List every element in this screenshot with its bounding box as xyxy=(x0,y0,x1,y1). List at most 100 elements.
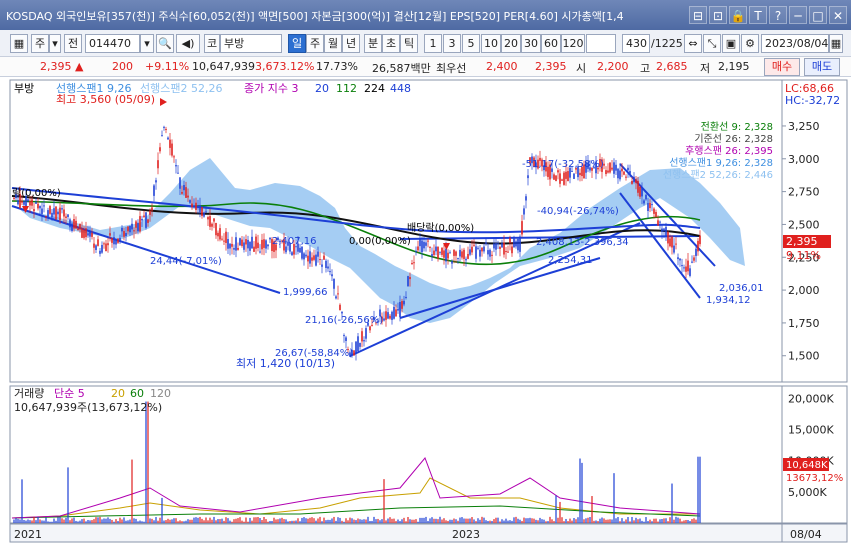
interval-10[interactable]: 10 xyxy=(481,34,501,53)
candle-body xyxy=(431,254,433,257)
volume-bar xyxy=(287,521,289,523)
ichimoku-conversion: 전환선 9: 2,328 xyxy=(701,121,773,133)
grid-menu-icon[interactable]: ▦ xyxy=(10,34,28,53)
volume-bar xyxy=(265,519,267,523)
chevron-down-icon[interactable]: ▾ xyxy=(49,34,61,53)
volume-bar xyxy=(351,518,353,523)
volume-bar xyxy=(19,519,21,523)
interval-1[interactable]: 1 xyxy=(424,34,442,53)
volume-bar xyxy=(135,518,137,523)
volume-bar xyxy=(73,517,75,523)
calendar-icon[interactable]: ▦ xyxy=(829,34,843,53)
candle-body xyxy=(685,266,687,272)
volume-bar xyxy=(37,516,39,523)
candle-body xyxy=(637,180,639,193)
chart-type-select[interactable]: 주 xyxy=(31,34,49,53)
volume-bar xyxy=(425,516,427,523)
volume-bar xyxy=(551,519,553,523)
volume-bar xyxy=(401,519,403,523)
lock-icon[interactable]: 🔒 xyxy=(729,6,747,24)
candle-body xyxy=(199,205,201,213)
settings-icon[interactable]: ⚙ xyxy=(741,34,759,53)
volume-legend-ma5: 단순 5 xyxy=(54,387,85,400)
volume-bar xyxy=(39,519,41,523)
volume-bar xyxy=(271,521,273,523)
help-icon[interactable]: ? xyxy=(769,6,787,24)
candle-body xyxy=(687,260,689,272)
candle-body xyxy=(579,172,581,176)
toolbar: ▦ 주 ▾ 전 014470 ▾ 🔍 ◀) 코 부방 일 주 월 년 분 초 틱… xyxy=(0,30,851,57)
interval-120[interactable]: 120 xyxy=(561,34,585,53)
candle-body xyxy=(647,203,649,212)
sell-button[interactable]: 매도 xyxy=(804,58,840,76)
volume-bar xyxy=(137,521,139,523)
close-icon[interactable]: ✕ xyxy=(829,6,847,24)
candle-body xyxy=(451,261,453,264)
period-tab-month[interactable]: 월 xyxy=(324,34,342,53)
volume-bar xyxy=(581,462,583,523)
stock-code-input[interactable]: 014470 xyxy=(85,34,140,53)
volume-bar xyxy=(673,519,675,523)
minimize-icon[interactable]: ─ xyxy=(789,6,807,24)
maximize-icon[interactable]: □ xyxy=(809,6,827,24)
candle-body xyxy=(109,233,111,236)
price-tick-label: 1,750 xyxy=(788,317,820,330)
sound-icon[interactable]: ◀) xyxy=(176,34,200,53)
tile-icon[interactable]: ⊟ xyxy=(689,6,707,24)
annotation-g: -51,17(-32,58%) xyxy=(522,159,604,170)
interval-20[interactable]: 20 xyxy=(501,34,521,53)
volume-bar xyxy=(699,456,701,523)
buy-button[interactable]: 매수 xyxy=(764,58,800,76)
candle-body xyxy=(205,211,207,213)
volume-bar xyxy=(109,518,111,523)
volume-bar xyxy=(537,520,539,523)
zoom-icon[interactable]: ⤡ xyxy=(703,34,721,53)
period-tab-tick[interactable]: 틱 xyxy=(400,34,418,53)
volume-bar xyxy=(421,517,423,523)
volume-bar xyxy=(501,519,503,523)
scroll-left-icon[interactable]: ⇔ xyxy=(684,34,702,53)
volume-bar xyxy=(191,519,193,523)
period-tab-week[interactable]: 주 xyxy=(306,34,324,53)
candle-body xyxy=(337,293,339,295)
volume-bar xyxy=(441,519,443,523)
code-dropdown-icon[interactable]: ▾ xyxy=(140,34,154,53)
volume-bar xyxy=(667,521,669,523)
search-icon[interactable]: 🔍 xyxy=(156,34,174,53)
legend-ma112: 112 xyxy=(336,82,357,95)
volume-bar xyxy=(359,519,361,523)
interval-30[interactable]: 30 xyxy=(521,34,541,53)
period-tab-day[interactable]: 일 xyxy=(288,34,306,53)
chart-area[interactable]: 부방 선행스팬1 9,26 선행스팬2 52,26 종가 지수 3 20 112… xyxy=(0,78,851,546)
candle-body xyxy=(513,238,515,248)
volume-bar xyxy=(311,517,313,523)
stock-name-field[interactable]: 부방 xyxy=(220,34,282,53)
save-icon[interactable]: ▣ xyxy=(722,34,740,53)
period-tab-year[interactable]: 년 xyxy=(342,34,360,53)
candle-body xyxy=(385,311,387,320)
volume-bar xyxy=(327,519,329,523)
period-tab-second[interactable]: 초 xyxy=(382,34,400,53)
interval-input[interactable] xyxy=(586,34,616,53)
volume-bar xyxy=(391,518,393,523)
volume-bar xyxy=(177,521,179,523)
chart-canvas[interactable]: 부방 선행스팬1 9,26 선행스팬2 52,26 종가 지수 3 20 112… xyxy=(0,78,851,546)
candle-body xyxy=(169,139,171,148)
link-icon[interactable]: ⊡ xyxy=(709,6,727,24)
interval-60[interactable]: 60 xyxy=(541,34,561,53)
volume-bar xyxy=(377,518,379,523)
font-icon[interactable]: T xyxy=(749,6,767,24)
volume-bar xyxy=(437,519,439,523)
candle-body xyxy=(177,172,179,174)
interval-3[interactable]: 3 xyxy=(443,34,461,53)
volume-bar xyxy=(127,520,129,523)
date-input[interactable]: 2023/08/04 xyxy=(761,34,829,53)
count-input[interactable]: 430 xyxy=(622,34,650,53)
current-price: 2,395 ▲ xyxy=(40,60,84,73)
volume-bar xyxy=(35,520,37,523)
prev-button[interactable]: 전 xyxy=(64,34,82,53)
candle-body xyxy=(353,350,355,356)
interval-5[interactable]: 5 xyxy=(462,34,480,53)
period-tab-minute[interactable]: 분 xyxy=(364,34,382,53)
candle-body xyxy=(207,217,209,220)
